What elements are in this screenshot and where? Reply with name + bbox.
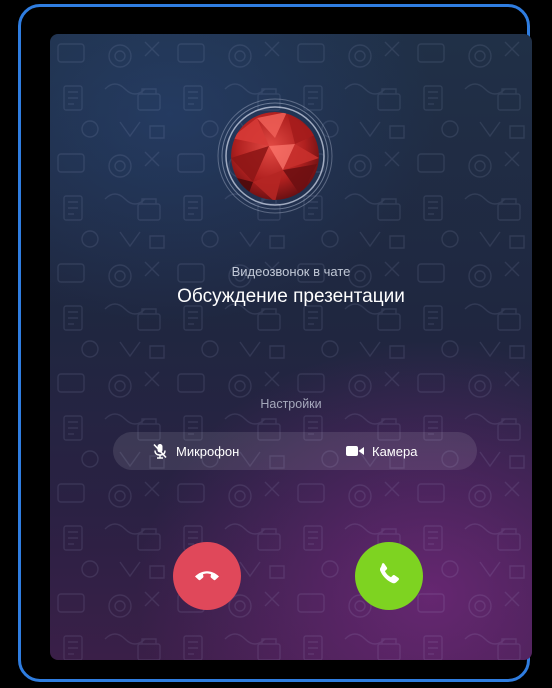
camera-label: Камера xyxy=(372,443,418,459)
phone-icon xyxy=(374,559,404,594)
microphone-toggle[interactable]: Микрофон xyxy=(151,432,239,470)
incoming-call-screen: Видеозвонок в чате Обсуждение презентаци… xyxy=(50,34,532,660)
contact-avatar xyxy=(217,98,333,214)
video-camera-icon xyxy=(345,444,365,458)
camera-toggle[interactable]: Камера xyxy=(345,432,417,470)
phone-hangup-icon xyxy=(191,558,223,595)
chat-title: Обсуждение презентации xyxy=(177,286,405,307)
accept-call-button[interactable] xyxy=(355,542,423,610)
decline-call-button[interactable] xyxy=(173,542,241,610)
call-settings-bar: Микрофон Камера xyxy=(113,432,477,470)
settings-label: Настройки xyxy=(260,397,322,411)
microphone-off-icon xyxy=(151,442,169,460)
microphone-label: Микрофон xyxy=(176,443,240,459)
call-type-label: Видеозвонок в чате xyxy=(231,264,351,279)
